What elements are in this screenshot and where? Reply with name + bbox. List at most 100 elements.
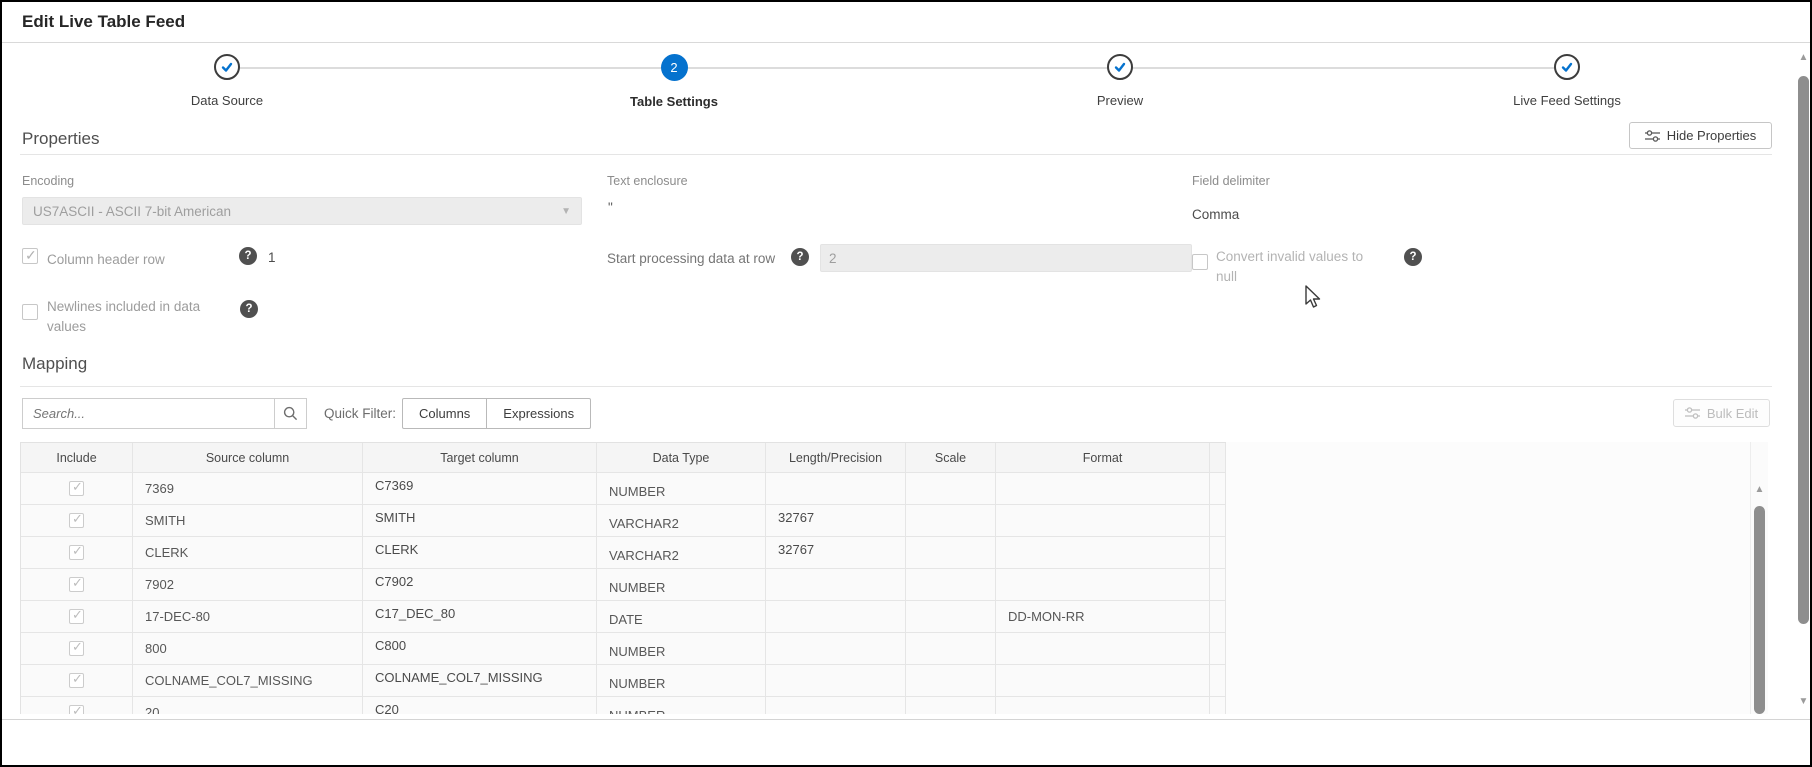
step-completed-circle[interactable] xyxy=(1554,54,1580,80)
format-cell[interactable] xyxy=(996,505,1210,537)
row-include-checkbox[interactable] xyxy=(69,671,84,688)
include-checkbox-cell[interactable] xyxy=(21,473,133,505)
row-include-checkbox[interactable] xyxy=(69,607,84,624)
target-column-cell[interactable]: C17_DEC_80 xyxy=(363,601,597,633)
search-button[interactable] xyxy=(274,398,307,429)
help-icon[interactable]: ? xyxy=(791,248,809,266)
scale-cell[interactable] xyxy=(906,537,996,569)
include-checkbox-cell[interactable] xyxy=(21,697,133,714)
scale-cell[interactable] xyxy=(906,569,996,601)
hide-properties-button[interactable]: Hide Properties xyxy=(1629,122,1772,149)
include-checkbox-cell[interactable] xyxy=(21,633,133,665)
scroll-down-icon[interactable]: ▼ xyxy=(1795,696,1810,707)
col-header-target[interactable]: Target column xyxy=(363,443,597,473)
col-header-length[interactable]: Length/Precision xyxy=(766,443,906,473)
search-field[interactable] xyxy=(22,398,275,429)
row-include-checkbox[interactable] xyxy=(69,479,84,496)
table-vertical-scrollbar[interactable]: ▲ xyxy=(1750,442,1768,714)
step-completed-circle[interactable] xyxy=(1107,54,1133,80)
col-header-datatype[interactable]: Data Type xyxy=(597,443,766,473)
filter-expressions-button[interactable]: Expressions xyxy=(486,399,590,428)
convert-invalid-label: Convert invalid values to null xyxy=(1216,249,1364,284)
format-cell[interactable] xyxy=(996,633,1210,665)
row-include-checkbox[interactable] xyxy=(69,703,84,714)
wizard-step-preview[interactable]: Preview xyxy=(1020,54,1220,108)
check-icon xyxy=(1113,60,1127,74)
format-cell[interactable] xyxy=(996,569,1210,601)
target-column-cell[interactable]: C800 xyxy=(363,633,597,665)
scale-cell[interactable] xyxy=(906,633,996,665)
scale-cell[interactable] xyxy=(906,665,996,697)
length-precision-cell[interactable] xyxy=(766,569,906,601)
help-icon[interactable]: ? xyxy=(239,247,257,265)
col-header-source[interactable]: Source column xyxy=(133,443,363,473)
data-type-cell[interactable]: NUMBER xyxy=(597,569,766,601)
scale-cell[interactable] xyxy=(906,473,996,505)
format-cell[interactable] xyxy=(996,473,1210,505)
row-include-checkbox[interactable] xyxy=(69,543,84,560)
data-type-cell[interactable]: NUMBER xyxy=(597,665,766,697)
format-cell[interactable]: DD-MON-RR xyxy=(996,601,1210,633)
data-type-cell[interactable]: NUMBER xyxy=(597,633,766,665)
target-column-cell[interactable]: CLERK xyxy=(363,537,597,569)
help-icon[interactable]: ? xyxy=(240,300,258,318)
scale-cell[interactable] xyxy=(906,505,996,537)
length-precision-cell[interactable] xyxy=(766,601,906,633)
include-checkbox-cell[interactable] xyxy=(21,505,133,537)
convert-invalid-checkbox[interactable] xyxy=(1192,254,1208,270)
encoding-label: Encoding xyxy=(22,174,75,188)
length-precision-cell[interactable]: 32767 xyxy=(766,505,906,537)
wizard-step-table-settings[interactable]: 2 Table Settings xyxy=(574,54,774,109)
dialog-vertical-scrollbar[interactable]: ▲ ▼ xyxy=(1795,44,1810,717)
data-type-cell[interactable]: NUMBER xyxy=(597,473,766,505)
scale-cell[interactable] xyxy=(906,601,996,633)
dialog-scroll-thumb[interactable] xyxy=(1798,76,1809,624)
length-precision-cell[interactable] xyxy=(766,665,906,697)
format-cell[interactable] xyxy=(996,537,1210,569)
length-precision-cell[interactable] xyxy=(766,697,906,714)
properties-divider xyxy=(20,154,1772,155)
encoding-select[interactable]: US7ASCII - ASCII 7-bit American ▼ xyxy=(22,197,582,225)
spacer-cell xyxy=(1210,697,1226,714)
col-header-scale[interactable]: Scale xyxy=(906,443,996,473)
step-completed-circle[interactable] xyxy=(214,54,240,80)
target-column-cell[interactable]: C7369 xyxy=(363,473,597,505)
search-input[interactable] xyxy=(23,406,274,421)
target-column-cell[interactable]: C7902 xyxy=(363,569,597,601)
include-checkbox-cell[interactable] xyxy=(21,569,133,601)
wizard-step-data-source[interactable]: Data Source xyxy=(127,54,327,108)
data-type-cell[interactable]: VARCHAR2 xyxy=(597,505,766,537)
scroll-up-icon[interactable]: ▲ xyxy=(1795,52,1810,63)
filter-columns-button[interactable]: Columns xyxy=(403,399,486,428)
include-checkbox-cell[interactable] xyxy=(21,601,133,633)
include-checkbox-cell[interactable] xyxy=(21,537,133,569)
data-type-cell[interactable]: VARCHAR2 xyxy=(597,537,766,569)
scale-cell[interactable] xyxy=(906,697,996,714)
scroll-up-icon[interactable]: ▲ xyxy=(1751,484,1768,495)
step-current-circle[interactable]: 2 xyxy=(660,54,688,81)
format-cell[interactable] xyxy=(996,697,1210,714)
target-column-cell[interactable]: COLNAME_COL7_MISSING xyxy=(363,665,597,697)
col-header-format[interactable]: Format xyxy=(996,443,1210,473)
include-checkbox-cell[interactable] xyxy=(21,665,133,697)
start-processing-input[interactable]: 2 xyxy=(820,244,1192,272)
row-include-checkbox[interactable] xyxy=(69,575,84,592)
data-type-cell[interactable]: NUMBER xyxy=(597,697,766,714)
data-type-cell[interactable]: DATE xyxy=(597,601,766,633)
length-precision-cell[interactable] xyxy=(766,633,906,665)
length-precision-cell[interactable]: 32767 xyxy=(766,537,906,569)
column-header-row-checkbox[interactable] xyxy=(22,247,38,264)
target-column-cell[interactable]: C20 xyxy=(363,697,597,714)
row-include-checkbox[interactable] xyxy=(69,639,84,656)
help-icon[interactable]: ? xyxy=(1404,248,1422,266)
wizard-step-live-feed-settings[interactable]: Live Feed Settings xyxy=(1467,54,1667,108)
row-include-checkbox[interactable] xyxy=(69,511,84,528)
format-cell[interactable] xyxy=(996,665,1210,697)
col-header-include[interactable]: Include xyxy=(21,443,133,473)
bulk-edit-button[interactable]: Bulk Edit xyxy=(1673,399,1770,427)
newlines-checkbox[interactable] xyxy=(22,304,38,320)
table-scroll-thumb[interactable] xyxy=(1754,506,1765,714)
length-precision-cell[interactable] xyxy=(766,473,906,505)
target-column-cell[interactable]: SMITH xyxy=(363,505,597,537)
text-enclosure-label: Text enclosure xyxy=(607,174,688,188)
